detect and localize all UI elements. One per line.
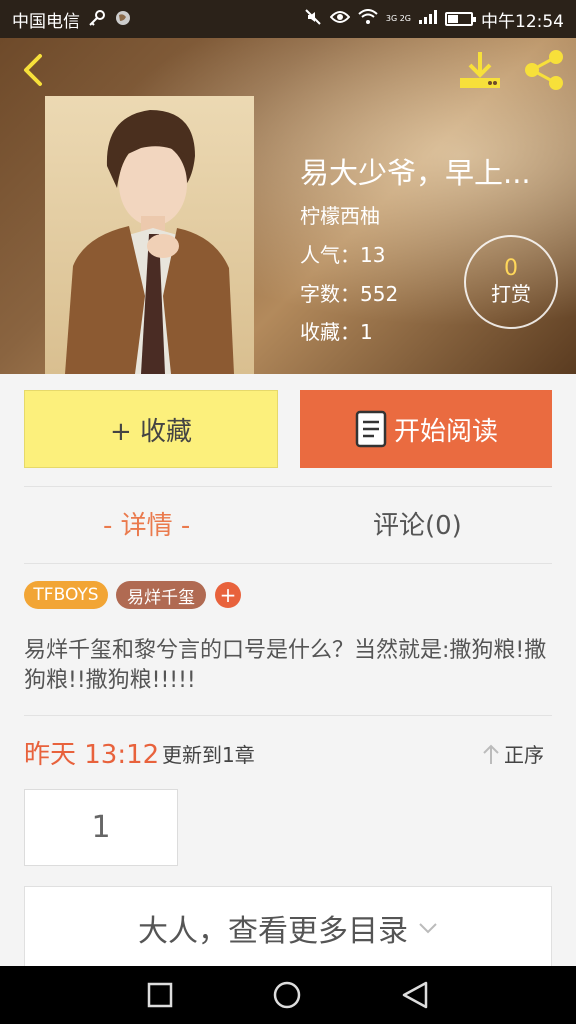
carrier-label: 中国电信 (12, 11, 80, 32)
divider (24, 486, 552, 487)
more-catalog-label: 大人，查看更多目录 (138, 913, 408, 949)
signal-icon: 3G 2G (385, 14, 411, 23)
share-button[interactable] (520, 48, 568, 92)
square-icon (147, 982, 173, 1008)
update-info: 更新到1章 (162, 743, 255, 767)
add-favorite-button[interactable]: + 收藏 (24, 390, 278, 468)
add-tag-button[interactable]: + (215, 582, 241, 608)
chapter-item[interactable]: 1 (24, 789, 178, 866)
book-icon (355, 410, 387, 448)
status-bar: 中国电信 3G 2G 中午12:54 (0, 0, 576, 38)
book-favorites: 收藏：1 (300, 320, 373, 344)
eye-icon (329, 9, 351, 29)
mute-icon (304, 8, 322, 31)
clock: 中午12:54 (481, 11, 564, 32)
book-cover-image[interactable] (45, 96, 254, 374)
add-favorite-label: + 收藏 (109, 416, 193, 447)
signal-bars-icon (419, 9, 437, 29)
triangle-back-icon (402, 981, 428, 1009)
book-title: 易大少爷，早上... (300, 156, 531, 190)
arrow-up-icon (483, 744, 499, 764)
divider (24, 715, 552, 716)
battery-icon (445, 12, 476, 26)
book-author[interactable]: 柠檬西柚 (300, 200, 380, 229)
back-nav-button[interactable] (400, 980, 430, 1010)
back-button[interactable] (14, 50, 54, 90)
home-button[interactable] (272, 980, 302, 1010)
back-icon (24, 54, 42, 86)
wifi-icon (358, 8, 378, 30)
tab-detail[interactable]: - 详情 - (103, 505, 190, 542)
tag-chip[interactable]: 易烊千玺 (116, 581, 206, 609)
start-reading-label: 开始阅读 (393, 416, 498, 447)
book-word-count: 字数：552 (300, 282, 399, 306)
system-nav-bar (0, 966, 576, 1024)
more-catalog-button[interactable]: 大人，查看更多目录 (24, 886, 552, 968)
reward-label: 打赏 (491, 282, 531, 307)
book-header: 易大少爷，早上... 柠檬西柚 人气：13 字数：552 收藏：1 0 打赏 (0, 38, 576, 374)
recent-apps-button[interactable] (145, 980, 175, 1010)
battery-level (448, 15, 458, 23)
sort-order-button[interactable]: 正序 (482, 739, 544, 768)
update-time: 昨天 13:12 (24, 740, 160, 770)
tag-chip[interactable]: TFBOYS (24, 581, 108, 609)
download-button[interactable] (456, 48, 504, 92)
start-reading-button[interactable]: 开始阅读 (300, 390, 552, 468)
reward-count: 0 (504, 255, 518, 281)
tab-comments[interactable]: 评论(0) (373, 505, 462, 542)
key-icon (88, 9, 106, 30)
share-icon (525, 50, 563, 90)
book-description: 易烊千玺和黎兮言的口号是什么？当然就是:撒狗粮!撒狗粮!!撒狗粮!!!!! (24, 638, 547, 693)
download-icon (460, 52, 500, 88)
circle-icon (273, 981, 301, 1009)
chevron-down-icon (419, 922, 437, 933)
globe-icon (114, 9, 132, 30)
book-popularity: 人气：13 (300, 243, 386, 267)
sort-order-label: 正序 (504, 743, 544, 767)
divider (24, 563, 552, 564)
reward-button[interactable]: 0 打赏 (464, 235, 558, 329)
